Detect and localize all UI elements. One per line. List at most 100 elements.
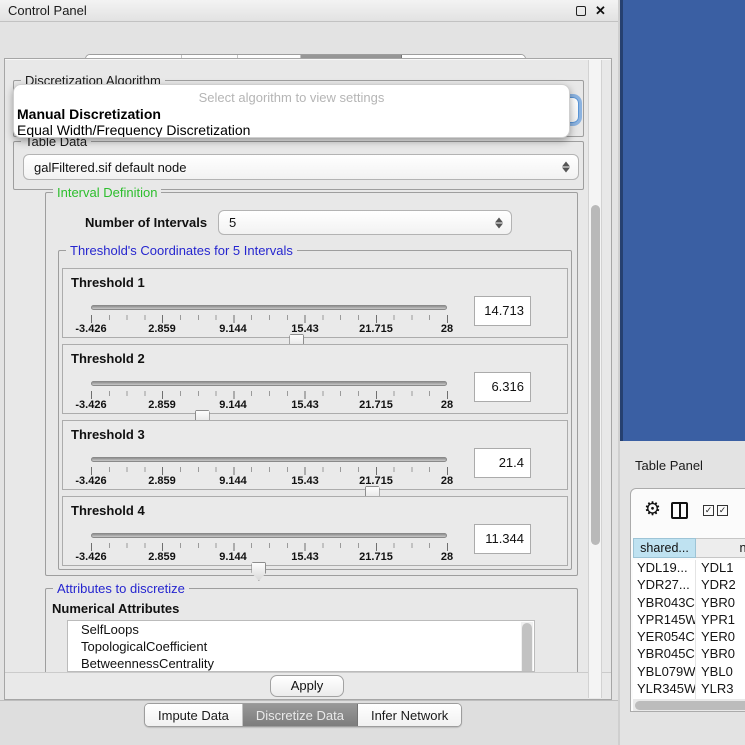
tick-label: 9.144	[219, 551, 247, 563]
algorithm-dropdown-popup: Select algorithm to view settings Manual…	[13, 84, 570, 138]
threshold-4-slider-track[interactable]	[91, 533, 447, 538]
tick-label: 15.43	[291, 475, 319, 487]
tick-label: 2.859	[148, 323, 176, 335]
tick-label: 9.144	[219, 323, 247, 335]
tab-label: Impute Data	[158, 708, 229, 723]
threshold-4-label: Threshold 4	[71, 503, 145, 518]
threshold-2-slider-track[interactable]	[91, 381, 447, 386]
apply-strip: Apply	[5, 672, 611, 699]
checkbox-icon[interactable]: ✓	[717, 505, 728, 516]
table-rows: YDL19...YDL1 YDR27...YDR2 YBR043CYBR0 YP…	[633, 560, 745, 700]
table-panel-area: Table Panel ⚙ ✓ ✓ shared... n YDL19...YD…	[620, 441, 745, 745]
tick-label: 15.43	[291, 323, 319, 335]
slider-major-ticks	[91, 543, 448, 551]
table-row[interactable]: YBR045CYBR0	[633, 646, 745, 663]
threshold-3-slider-track[interactable]	[91, 457, 447, 462]
threshold-3-panel: Threshold 3 -3.426 2.859 9.144 15.43 21.…	[62, 420, 568, 490]
threshold-2-panel: Threshold 2 -3.426 2.859 9.144 15.43 21.…	[62, 344, 568, 414]
tab-label: Discretize Data	[256, 708, 344, 723]
table-data-combobox[interactable]: galFiltered.sif default node	[23, 154, 579, 180]
table-data-group: Table Data galFiltered.sif default node	[13, 141, 584, 190]
apply-button[interactable]: Apply	[270, 675, 344, 697]
table-horizontal-scrollbar[interactable]	[633, 699, 745, 711]
tick-label: 15.43	[291, 399, 319, 411]
table-data-combo-value: galFiltered.sif default node	[34, 160, 186, 175]
table-toolbar: ⚙ ✓ ✓	[631, 489, 745, 533]
tick-label: 9.144	[219, 399, 247, 411]
tab-discretize-data[interactable]: Discretize Data	[243, 704, 358, 726]
tick-label: -3.426	[75, 475, 106, 487]
popup-hint: Select algorithm to view settings	[14, 90, 569, 105]
threshold-1-value-field[interactable]: 14.713	[474, 296, 531, 326]
combo-arrows-icon	[562, 162, 570, 173]
network-view-frame: GAL80 GA C GAL11 GAL4 GCY1 H HAP2	[620, 0, 745, 441]
popup-option-equal-width[interactable]: Equal Width/Frequency Discretization	[17, 122, 250, 138]
float-window-icon[interactable]	[576, 6, 586, 16]
tick-label: 21.715	[359, 551, 393, 563]
scrollbar-thumb[interactable]	[591, 205, 600, 545]
table-row[interactable]: YBL079WYBL0	[633, 664, 745, 681]
tab-label: Infer Network	[371, 708, 448, 723]
number-of-intervals-combobox[interactable]: 5	[218, 210, 512, 235]
column-header-shared[interactable]: shared...	[633, 538, 696, 558]
screenshot-root: Control Panel ✕ Network Style Select Cyn…	[0, 0, 745, 745]
gear-icon[interactable]: ⚙	[644, 500, 661, 520]
tick-label: 28	[441, 399, 453, 411]
tick-label: 21.715	[359, 475, 393, 487]
numerical-attributes-label: Numerical Attributes	[52, 601, 179, 616]
threshold-2-label: Threshold 2	[71, 351, 145, 366]
tick-label: -3.426	[75, 323, 106, 335]
table-row[interactable]: YBR043CYBR0	[633, 595, 745, 612]
tick-label: 21.715	[359, 323, 393, 335]
threshold-3-label: Threshold 3	[71, 427, 145, 442]
interval-definition-legend: Interval Definition	[53, 185, 161, 200]
table-panel-box: ⚙ ✓ ✓ shared... n YDL19...YDL1 YDR27...Y…	[630, 488, 745, 712]
tick-label: 2.859	[148, 551, 176, 563]
top-tabstrip: Network Style Select Cyni Toolbox jActiv…	[0, 22, 618, 58]
tick-label: 21.715	[359, 399, 393, 411]
tick-label: -3.426	[75, 399, 106, 411]
table-row[interactable]: YDR27...YDR2	[633, 577, 745, 594]
tab-impute-data[interactable]: Impute Data	[145, 704, 243, 726]
table-row[interactable]: YER054CYER0	[633, 629, 745, 646]
slider-major-ticks	[91, 391, 448, 399]
tick-label: 28	[441, 323, 453, 335]
threshold-3-value-field[interactable]: 21.4	[474, 448, 531, 478]
table-row[interactable]: YDL19...YDL1	[633, 560, 745, 577]
tick-label: -3.426	[75, 551, 106, 563]
table-row[interactable]: YPR145WYPR1	[633, 612, 745, 629]
scrollbar-thumb[interactable]	[635, 701, 745, 710]
list-scrollbar[interactable]	[521, 622, 533, 672]
threshold-coordinates-legend: Threshold's Coordinates for 5 Intervals	[66, 243, 297, 258]
list-item[interactable]: BetweennessCentrality	[68, 655, 534, 672]
threshold-2-value-field[interactable]: 6.316	[474, 372, 531, 402]
threshold-1-label: Threshold 1	[71, 275, 145, 290]
close-icon[interactable]: ✕	[595, 3, 606, 19]
split-columns-icon[interactable]	[671, 502, 688, 519]
column-header-name[interactable]: n	[696, 538, 745, 558]
panel-title: Control Panel	[8, 3, 87, 18]
control-panel-titlebar: Control Panel ✕	[0, 0, 618, 22]
tick-label: 28	[441, 475, 453, 487]
list-item[interactable]: SelfLoops	[68, 621, 534, 638]
tick-label: 2.859	[148, 399, 176, 411]
tick-label: 15.43	[291, 551, 319, 563]
tick-label: 9.144	[219, 475, 247, 487]
threshold-1-panel: Threshold 1 -3.426 2.859 9.144 15.43 21.…	[62, 268, 568, 338]
popup-option-manual-discretization[interactable]: Manual Discretization	[17, 106, 161, 122]
threshold-4-panel: Threshold 4 -3.426 2.859 9.144 15.43 21.…	[62, 496, 568, 566]
table-row[interactable]: YLR345WYLR3	[633, 681, 745, 698]
panel-vertical-scrollbar[interactable]	[588, 60, 602, 698]
number-of-intervals-label: Number of Intervals	[85, 215, 207, 230]
number-of-intervals-value: 5	[229, 215, 236, 230]
numerical-attributes-list: SelfLoops TopologicalCoefficient Between…	[67, 620, 535, 672]
tick-label: 2.859	[148, 475, 176, 487]
tab-infer-network[interactable]: Infer Network	[358, 704, 461, 726]
slider-major-ticks	[91, 315, 448, 323]
list-item[interactable]: TopologicalCoefficient	[68, 638, 534, 655]
threshold-1-slider-track[interactable]	[91, 305, 447, 310]
threshold-4-value-field[interactable]: 11.344	[474, 524, 531, 554]
combo-arrows-icon	[495, 217, 503, 228]
table-header-row: shared... n	[633, 538, 745, 558]
checkbox-icon[interactable]: ✓	[703, 505, 714, 516]
